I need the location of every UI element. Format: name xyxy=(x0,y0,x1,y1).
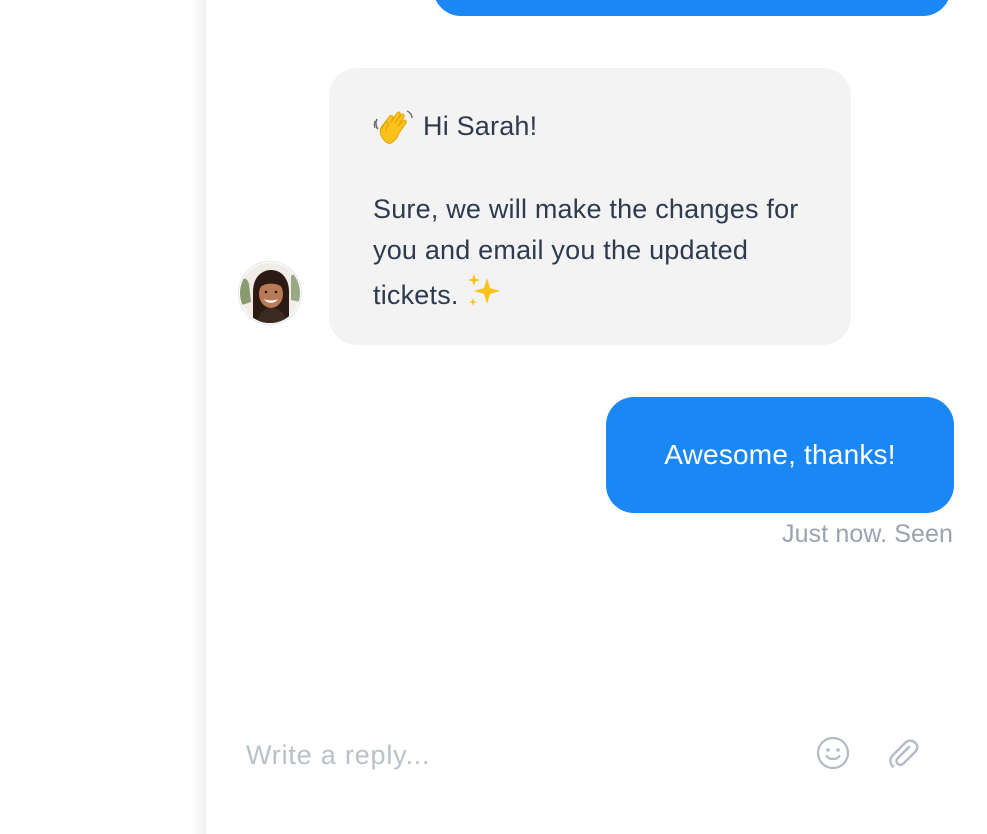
attach-button[interactable] xyxy=(884,736,922,774)
admin-message-body: Sure, we will make the changes for you a… xyxy=(373,189,811,317)
sparkles-icon xyxy=(465,272,503,310)
admin-greeting-text: Hi Sarah! xyxy=(423,111,538,141)
user-message-text: Awesome, thanks! xyxy=(664,439,896,470)
reply-input[interactable] xyxy=(246,733,766,777)
emoji-button[interactable] xyxy=(814,736,852,774)
messenger-stage: Hi Sarah! Sure, we will make the changes… xyxy=(0,0,987,834)
smiley-icon xyxy=(815,735,851,776)
admin-message-bubble: Hi Sarah! Sure, we will make the changes… xyxy=(329,68,851,345)
panel-shadow xyxy=(190,0,206,834)
admin-message-text: Sure, we will make the changes for you a… xyxy=(373,193,799,310)
waving-hand-icon xyxy=(373,107,415,147)
message-status: Just now. Seen xyxy=(782,520,953,548)
user-message-bubble: Awesome, thanks! xyxy=(606,397,954,513)
paperclip-icon xyxy=(885,735,921,776)
admin-greeting-line: Hi Sarah! xyxy=(373,106,811,148)
previous-user-message-bubble xyxy=(433,0,951,16)
admin-avatar[interactable] xyxy=(238,261,302,325)
reply-composer xyxy=(206,700,987,834)
